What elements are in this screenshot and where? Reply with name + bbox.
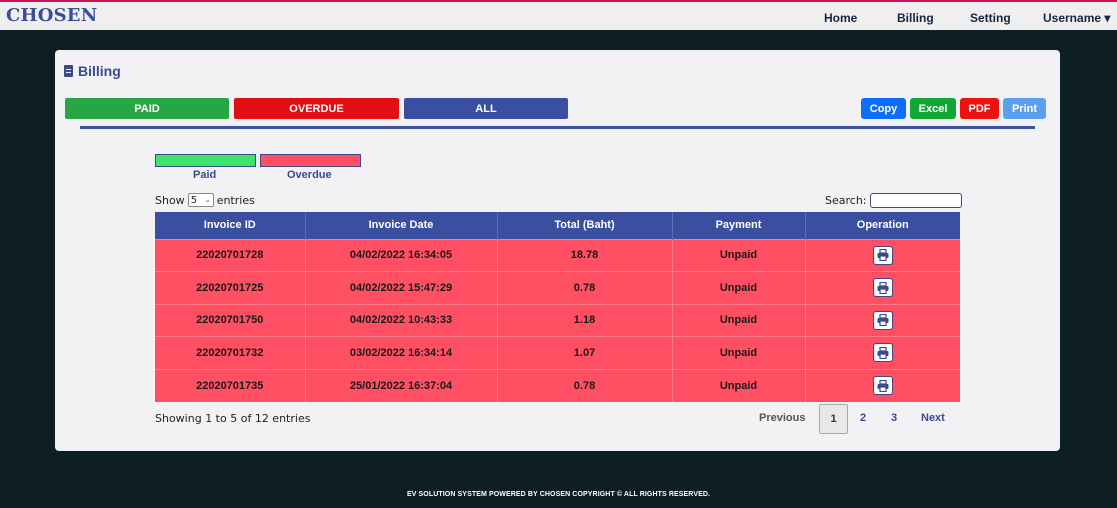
table-header-row: Invoice ID Invoice Date Total (Baht) Pay… [155, 212, 960, 239]
invoice-id-cell: 22020701750 [155, 303, 306, 337]
column-header-payment[interactable]: Payment [672, 212, 806, 239]
table-row: 22020701725 04/02/2022 15:47:29 0.78 Unp… [155, 271, 960, 304]
billing-table: Invoice ID Invoice Date Total (Baht) Pay… [155, 212, 960, 402]
pagination-next[interactable]: Next [921, 412, 945, 424]
legend-overdue-swatch [260, 154, 361, 167]
payment-cell: Unpaid [672, 336, 806, 369]
excel-button[interactable]: Excel [910, 98, 956, 119]
pagination-page-2[interactable]: 2 [860, 412, 866, 424]
total-cell: 0.78 [497, 368, 673, 402]
column-header-invoice-id[interactable]: Invoice ID [155, 212, 306, 239]
page-length-control: Show 5 ⌄ entries [155, 193, 255, 207]
search-control: Search: [825, 193, 962, 208]
legend-paid-label: Paid [193, 169, 217, 181]
invoice-date-cell: 25/01/2022 16:37:04 [305, 368, 498, 402]
column-header-invoice-date[interactable]: Invoice Date [305, 212, 498, 239]
table-info: Showing 1 to 5 of 12 entries [155, 412, 311, 425]
total-cell: 0.78 [497, 271, 673, 304]
pagination-previous[interactable]: Previous [759, 412, 805, 424]
page-length-value: 5 [190, 194, 198, 206]
page-length-select[interactable]: 5 ⌄ [187, 193, 214, 207]
payment-cell: Unpaid [672, 238, 806, 272]
printer-icon[interactable] [872, 278, 893, 298]
printer-icon[interactable] [872, 343, 893, 363]
table-row: 22020701750 04/02/2022 10:43:33 1.18 Unp… [155, 303, 960, 337]
filter-overdue-button[interactable]: OVERDUE [234, 98, 399, 119]
filter-paid-button[interactable]: PAID [65, 98, 229, 119]
operation-cell [805, 271, 960, 304]
total-cell: 1.07 [497, 336, 673, 369]
printer-icon[interactable] [872, 245, 893, 265]
invoice-id-cell: 22020701732 [155, 336, 306, 369]
column-header-total[interactable]: Total (Baht) [497, 212, 673, 239]
nav-home[interactable]: Home [824, 11, 857, 25]
invoice-id-cell: 22020701735 [155, 368, 306, 402]
search-input[interactable] [869, 193, 962, 208]
invoice-id-cell: 22020701725 [155, 271, 306, 304]
payment-cell: Unpaid [672, 303, 806, 337]
total-cell: 18.78 [497, 238, 673, 272]
legend-paid-swatch [155, 154, 256, 167]
pagination-page-1[interactable]: 1 [819, 404, 848, 434]
filter-all-button[interactable]: ALL [404, 98, 568, 119]
invoice-date-cell: 04/02/2022 15:47:29 [305, 271, 498, 304]
table-row: 22020701735 25/01/2022 16:37:04 0.78 Unp… [155, 368, 960, 402]
entries-label: entries [216, 193, 255, 207]
operation-cell [805, 238, 960, 272]
table-row: 22020701728 04/02/2022 16:34:05 18.78 Un… [155, 238, 960, 272]
show-label: Show [155, 193, 185, 207]
brand-logo[interactable]: CHOSEN [6, 5, 97, 26]
page-title: Billing [64, 63, 121, 79]
nav-billing[interactable]: Billing [897, 11, 934, 25]
page-title-text: Billing [78, 63, 121, 79]
top-navbar: CHOSEN Home Billing Setting Username ▾ [0, 0, 1117, 30]
invoice-date-cell: 04/02/2022 10:43:33 [305, 303, 498, 337]
printer-icon[interactable] [872, 310, 893, 330]
table-row: 22020701732 03/02/2022 16:34:14 1.07 Unp… [155, 336, 960, 369]
operation-cell [805, 368, 960, 402]
legend-overdue-label: Overdue [287, 169, 332, 181]
document-icon [64, 65, 73, 77]
search-label: Search: [825, 194, 867, 207]
billing-card: Billing PAID OVERDUE ALL Copy Excel PDF … [55, 50, 1060, 451]
operation-cell [805, 336, 960, 369]
chevron-down-icon: ⌄ [204, 196, 211, 204]
payment-cell: Unpaid [672, 271, 806, 304]
print-button[interactable]: Print [1003, 98, 1046, 119]
invoice-id-cell: 22020701728 [155, 238, 306, 272]
nav-setting[interactable]: Setting [970, 11, 1011, 25]
footer-copyright: EV SOLUTION SYSTEM POWERED BY CHOSEN COP… [406, 491, 711, 498]
total-cell: 1.18 [497, 303, 673, 337]
invoice-date-cell: 04/02/2022 16:34:05 [305, 238, 498, 272]
column-header-operation: Operation [805, 212, 960, 239]
invoice-date-cell: 03/02/2022 16:34:14 [305, 336, 498, 369]
copy-button[interactable]: Copy [861, 98, 906, 119]
operation-cell [805, 303, 960, 337]
pagination-page-3[interactable]: 3 [891, 412, 897, 424]
section-divider [80, 126, 1035, 129]
user-menu-dropdown[interactable]: Username ▾ [1043, 11, 1110, 25]
pdf-button[interactable]: PDF [960, 98, 999, 119]
payment-cell: Unpaid [672, 368, 806, 402]
printer-icon[interactable] [872, 376, 893, 395]
